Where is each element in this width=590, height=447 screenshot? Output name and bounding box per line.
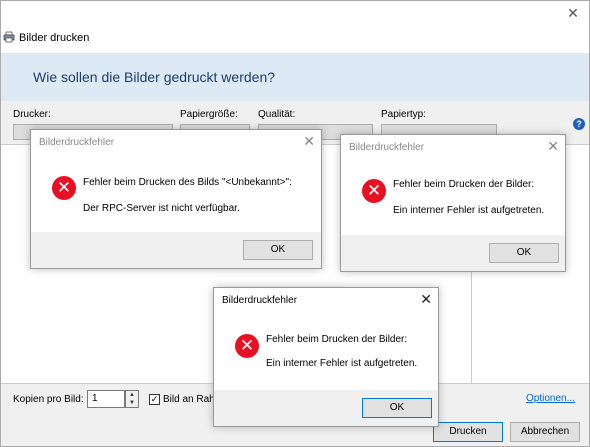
error-dialog: Bilderdruckfehler ✕ ✕ Fehler beim Drucke…	[30, 129, 322, 269]
copies-label: Kopien pro Bild:	[13, 394, 84, 405]
cancel-button[interactable]: Abbrechen	[510, 422, 580, 442]
header-banner: Wie sollen die Bilder gedruckt werden?	[1, 53, 589, 101]
paper-type-label: Papiertyp:	[381, 109, 427, 120]
dialog-close-icon[interactable]: ✕	[303, 133, 315, 150]
dialog-footer: OK	[341, 235, 565, 271]
error-icon: ✕	[52, 176, 76, 200]
dialog-title: Bilderdruckfehler	[349, 142, 425, 153]
page-title: Wie sollen die Bilder gedruckt werden?	[33, 69, 276, 85]
window-title: Bilder drucken	[19, 32, 90, 44]
dialog-detail: Der RPC-Server ist nicht verfügbar.	[83, 203, 240, 214]
dialog-message: Fehler beim Drucken der Bilder:	[266, 334, 408, 345]
error-icon: ✕	[362, 179, 386, 203]
error-dialog: Bilderdruckfehler ✕ ✕ Fehler beim Drucke…	[340, 134, 566, 272]
printer-icon	[3, 31, 15, 43]
close-icon[interactable]: ✕	[565, 5, 581, 21]
dialog-body: ✕ Fehler beim Drucken der Bilder: Ein in…	[341, 163, 565, 235]
dialog-detail: Ein interner Fehler ist aufgetreten.	[266, 358, 418, 369]
copies-input[interactable]: 1	[87, 390, 125, 408]
copies-stepper[interactable]: ▲ ▼	[125, 390, 139, 408]
dialog-footer: OK	[214, 390, 438, 426]
print-button[interactable]: Drucken	[433, 422, 503, 442]
fit-picture-checkbox[interactable]: ✓	[149, 394, 160, 405]
dialog-title: Bilderdruckfehler	[39, 137, 115, 148]
dialog-message: Fehler beim Drucken des Bilds "<Unbekann…	[83, 177, 292, 188]
error-icon: ✕	[235, 334, 259, 358]
dialog-message: Fehler beim Drucken der Bilder:	[393, 179, 535, 190]
ok-button[interactable]: OK	[362, 398, 432, 418]
printer-label: Drucker:	[13, 109, 51, 120]
dialog-body: ✕ Fehler beim Drucken der Bilder: Ein in…	[214, 316, 438, 390]
spin-down-icon[interactable]: ▼	[126, 399, 138, 407]
dialog-footer: OK	[31, 232, 321, 268]
quality-label: Qualität:	[258, 109, 296, 120]
help-icon[interactable]: ?	[573, 118, 585, 130]
error-dialog: Bilderdruckfehler ✕ ✕ Fehler beim Drucke…	[213, 287, 439, 427]
title-bar: ✕ Bilder drucken	[1, 1, 589, 53]
paper-size-label: Papiergröße:	[180, 109, 238, 120]
options-link[interactable]: Optionen...	[526, 393, 575, 404]
dialog-close-icon[interactable]: ✕	[420, 291, 432, 308]
dialog-body: ✕ Fehler beim Drucken des Bilds "<Unbeka…	[31, 158, 321, 232]
ok-button[interactable]: OK	[243, 240, 313, 260]
ok-button[interactable]: OK	[489, 243, 559, 263]
dialog-detail: Ein interner Fehler ist aufgetreten.	[393, 205, 545, 216]
dialog-title: Bilderdruckfehler	[222, 295, 298, 306]
spin-up-icon[interactable]: ▲	[126, 391, 138, 399]
dialog-close-icon[interactable]: ✕	[547, 138, 559, 155]
